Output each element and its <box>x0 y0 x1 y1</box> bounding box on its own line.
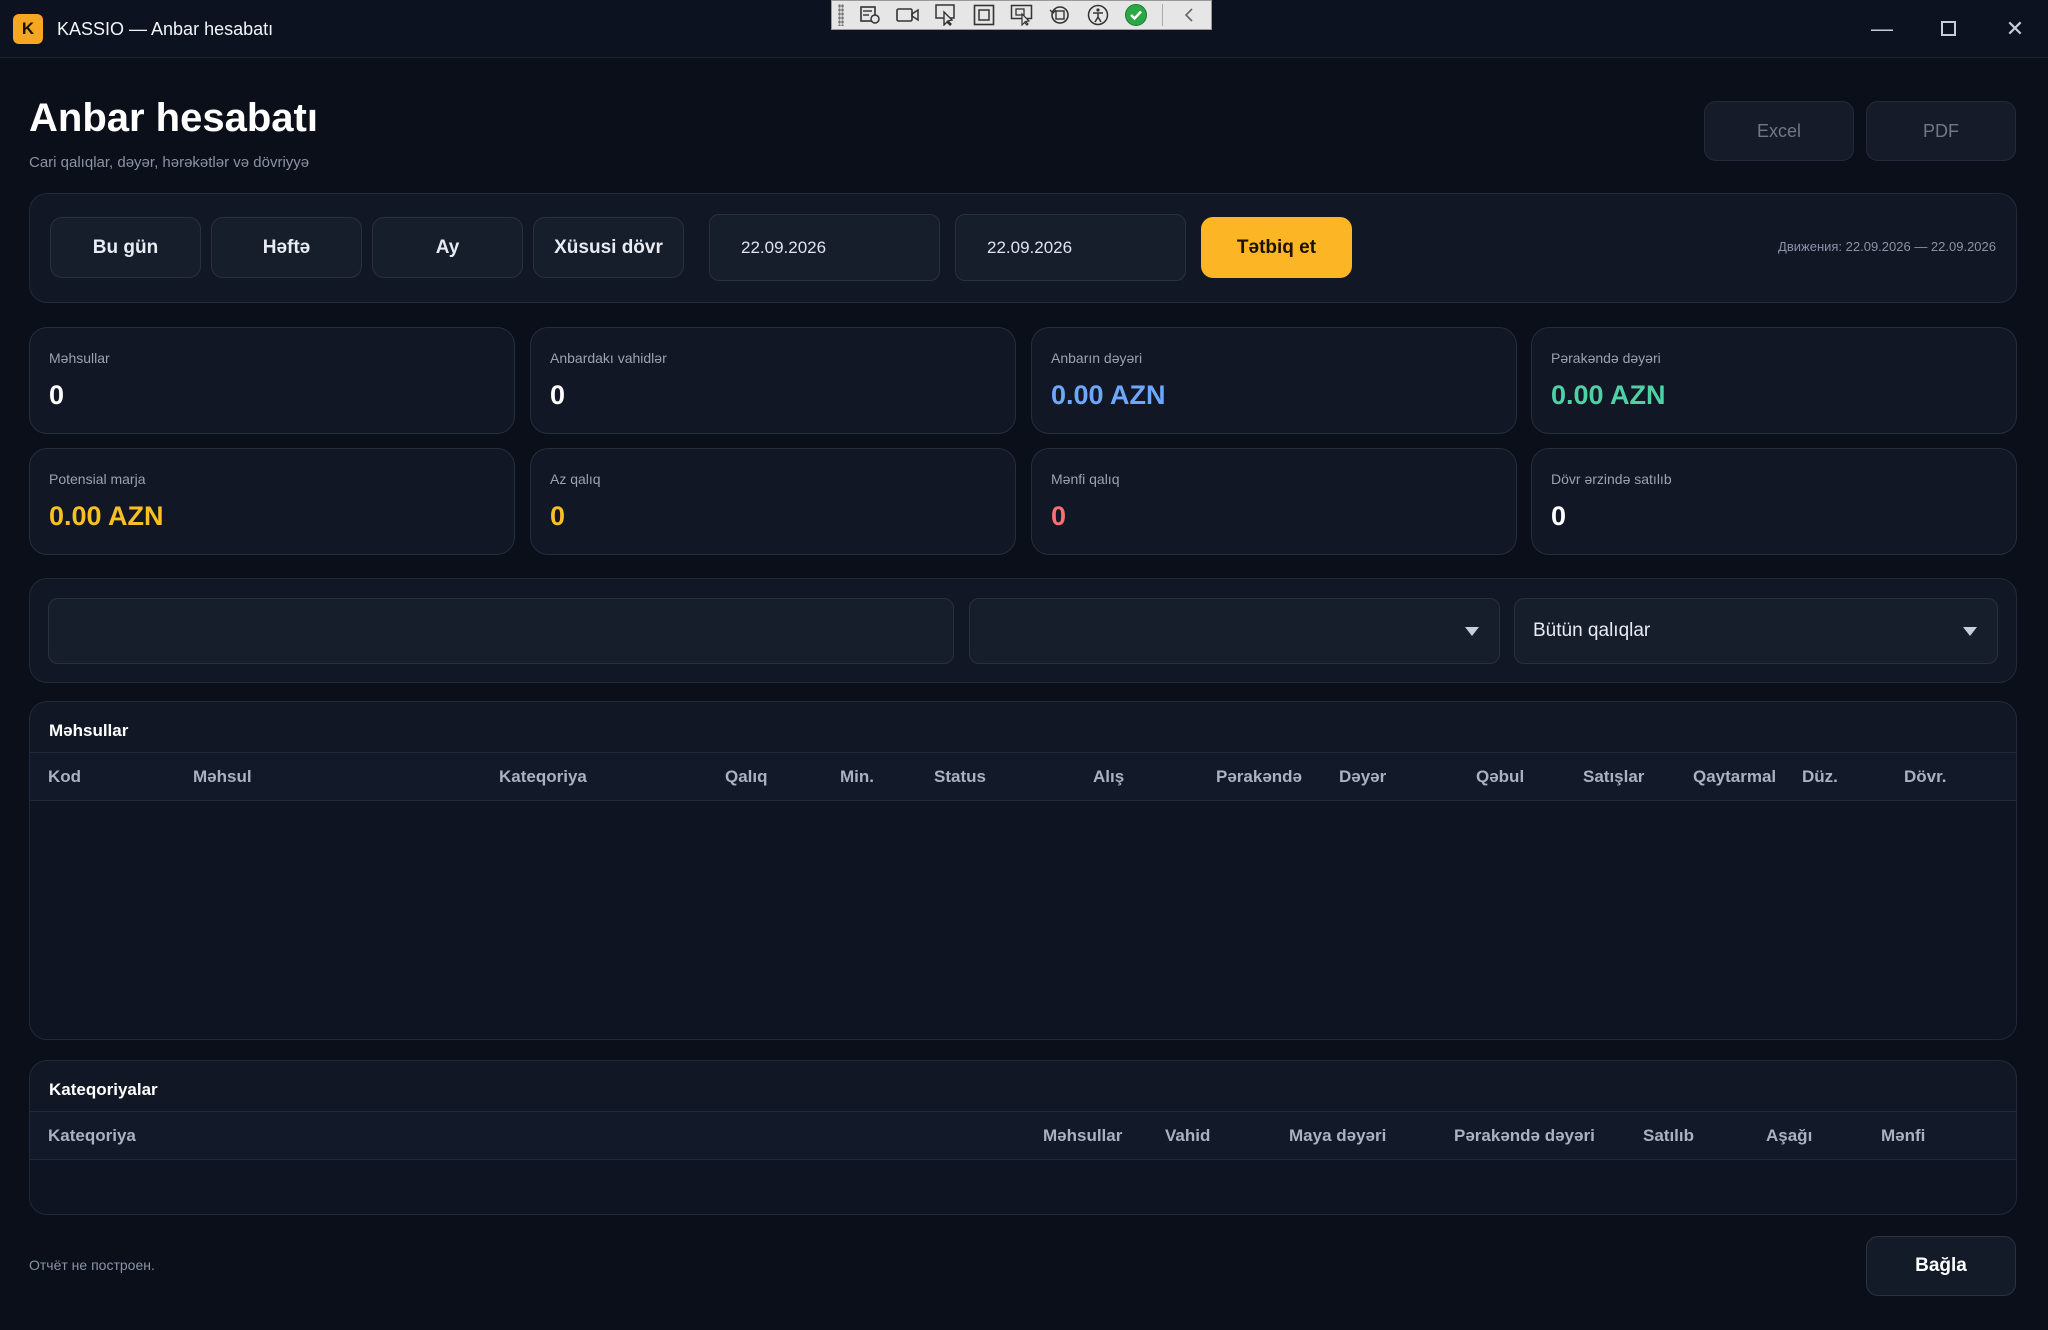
products-table-body <box>30 801 2016 1039</box>
category-select[interactable] <box>969 598 1500 664</box>
column-header-products[interactable]: Məhsullar <box>1043 1112 1122 1159</box>
column-header-low[interactable]: Aşağı <box>1766 1112 1812 1159</box>
products-table-title: Məhsullar <box>49 721 129 740</box>
close-window-button[interactable]: ✕ <box>1993 12 2037 46</box>
column-header-adjustments[interactable]: Düz. <box>1802 753 1838 800</box>
column-header-product[interactable]: Məhsul <box>193 753 252 800</box>
stock-filter-select[interactable]: Bütün qalıqlar <box>1514 598 1998 664</box>
window-capture-icon[interactable] <box>972 4 996 26</box>
products-table: Məhsullar Kod Məhsul Kateqoriya Qalıq Mi… <box>29 701 2017 1040</box>
pointer-select-icon[interactable] <box>934 4 958 26</box>
categories-table-header: Kateqoriya Məhsullar Vahid Maya dəyəri P… <box>30 1111 2016 1160</box>
column-header-retail-value[interactable]: Pərakəndə dəyəri <box>1454 1112 1595 1159</box>
stat-value: 0.00 AZN <box>1051 380 1166 410</box>
column-header-value[interactable]: Dəyər <box>1339 753 1386 800</box>
categories-table: Kateqoriyalar Kateqoriya Məhsullar Vahid… <box>29 1060 2017 1215</box>
search-input[interactable] <box>48 598 954 664</box>
stat-label: Pərakəndə dəyəri <box>1551 350 1661 366</box>
region-capture-icon[interactable] <box>1010 4 1034 26</box>
column-header-negative[interactable]: Mənfi <box>1881 1112 1925 1159</box>
stat-label: Anbarın dəyəri <box>1051 350 1143 366</box>
stat-label: Anbardakı vahidlər <box>550 350 667 366</box>
stat-card-retail-value: Pərakəndə dəyəri 0.00 AZN <box>1531 327 2017 434</box>
column-header-category[interactable]: Kateqoriya <box>499 753 587 800</box>
settings-capture-icon[interactable] <box>858 4 882 26</box>
stat-card-sold-in-period: Dövr ərzində satılıb 0 <box>1531 448 2017 555</box>
period-custom-button[interactable]: Xüsusi dövr <box>533 217 684 278</box>
stat-value: 0 <box>49 380 65 410</box>
collapse-chevron-left-icon[interactable] <box>1177 4 1201 26</box>
chevron-down-icon <box>1465 627 1479 636</box>
export-pdf-button[interactable]: PDF <box>1866 101 2016 161</box>
column-header-sales[interactable]: Satışlar <box>1583 753 1644 800</box>
floating-toolbar <box>831 0 1212 30</box>
page-subtitle: Cari qalıqlar, dəyər, hərəkətlər və dövr… <box>29 154 310 171</box>
stat-label: Məhsullar <box>49 350 110 366</box>
stat-label: Dövr ərzində satılıb <box>1551 471 1672 487</box>
stat-card-negative-stock: Mənfi qalıq 0 <box>1031 448 1517 555</box>
product-filter-bar: Bütün qalıqlar <box>29 578 2017 683</box>
toolbar-grip-icon[interactable] <box>838 4 844 26</box>
period-today-button[interactable]: Bu gün <box>50 217 201 278</box>
stat-card-units: Anbardakı vahidlər 0 <box>530 327 1016 434</box>
stat-value: 0.00 AZN <box>1551 380 1666 410</box>
chevron-down-icon <box>1963 627 1977 636</box>
products-table-header: Kod Məhsul Kateqoriya Qalıq Min. Status … <box>30 752 2016 801</box>
column-header-category[interactable]: Kateqoriya <box>48 1112 136 1159</box>
column-header-units[interactable]: Vahid <box>1165 1112 1210 1159</box>
check-status-icon[interactable] <box>1124 4 1148 26</box>
minimize-button[interactable]: — <box>1860 12 1904 46</box>
stat-card-products: Məhsullar 0 <box>29 327 515 434</box>
column-header-status[interactable]: Status <box>934 753 986 800</box>
stat-label: Az qalıq <box>550 471 601 487</box>
column-header-stock[interactable]: Qalıq <box>725 753 768 800</box>
stat-value: 0 <box>550 380 566 410</box>
apply-period-button[interactable]: Tətbiq et <box>1201 217 1352 278</box>
stat-label: Potensial marja <box>49 471 146 487</box>
column-header-turnover[interactable]: Dövr. <box>1904 753 1947 800</box>
period-info-text: Движения: 22.09.2026 — 22.09.2026 <box>1778 239 1996 254</box>
categories-table-body <box>30 1160 2016 1214</box>
period-week-button[interactable]: Həftə <box>211 217 362 278</box>
stat-value: 0 <box>1551 501 1567 531</box>
export-excel-button[interactable]: Excel <box>1704 101 1854 161</box>
stat-label: Mənfi qalıq <box>1051 471 1120 487</box>
stat-card-margin: Potensial marja 0.00 AZN <box>29 448 515 555</box>
sync-capture-icon[interactable] <box>1048 4 1072 26</box>
report-status-text: Отчёт не построен. <box>29 1257 155 1273</box>
accessibility-icon[interactable] <box>1086 4 1110 26</box>
date-from-input[interactable]: 22.09.2026 <box>709 214 940 281</box>
categories-table-title: Kateqoriyalar <box>49 1080 158 1099</box>
column-header-received[interactable]: Qəbul <box>1476 753 1524 800</box>
column-header-code[interactable]: Kod <box>48 753 81 800</box>
column-header-returns[interactable]: Qaytarmal <box>1693 753 1792 800</box>
date-to-input[interactable]: 22.09.2026 <box>955 214 1186 281</box>
stock-filter-value: Bütün qalıqlar <box>1533 620 1651 641</box>
stat-value: 0 <box>1051 501 1067 531</box>
close-report-button[interactable]: Bağla <box>1866 1236 2016 1296</box>
column-header-cost-value[interactable]: Maya dəyəri <box>1289 1112 1386 1159</box>
app-logo-icon: K <box>13 14 43 44</box>
app-window: K KASSIO — Anbar hesabatı — ✕ Anbar hesa… <box>0 0 2048 1330</box>
column-header-purchase[interactable]: Alış <box>1093 753 1124 800</box>
period-filter-bar: Bu gün Həftə Ay Xüsusi dövr 22.09.2026 2… <box>29 193 2017 303</box>
window-title: KASSIO — Anbar hesabatı <box>57 19 274 39</box>
maximize-icon <box>1940 21 1956 36</box>
stat-value: 0.00 AZN <box>49 501 164 531</box>
stat-value: 0 <box>550 501 566 531</box>
stat-card-low-stock: Az qalıq 0 <box>530 448 1016 555</box>
maximize-button[interactable] <box>1926 12 1970 46</box>
column-header-retail[interactable]: Pərakəndə <box>1216 753 1302 800</box>
column-header-min[interactable]: Min. <box>840 753 874 800</box>
column-header-sold[interactable]: Satılıb <box>1643 1112 1694 1159</box>
video-camera-icon[interactable] <box>896 4 920 26</box>
period-month-button[interactable]: Ay <box>372 217 523 278</box>
stat-card-stock-value: Anbarın dəyəri 0.00 AZN <box>1031 327 1517 434</box>
toolbar-separator <box>1162 4 1163 26</box>
page-title: Anbar hesabatı <box>29 96 318 140</box>
